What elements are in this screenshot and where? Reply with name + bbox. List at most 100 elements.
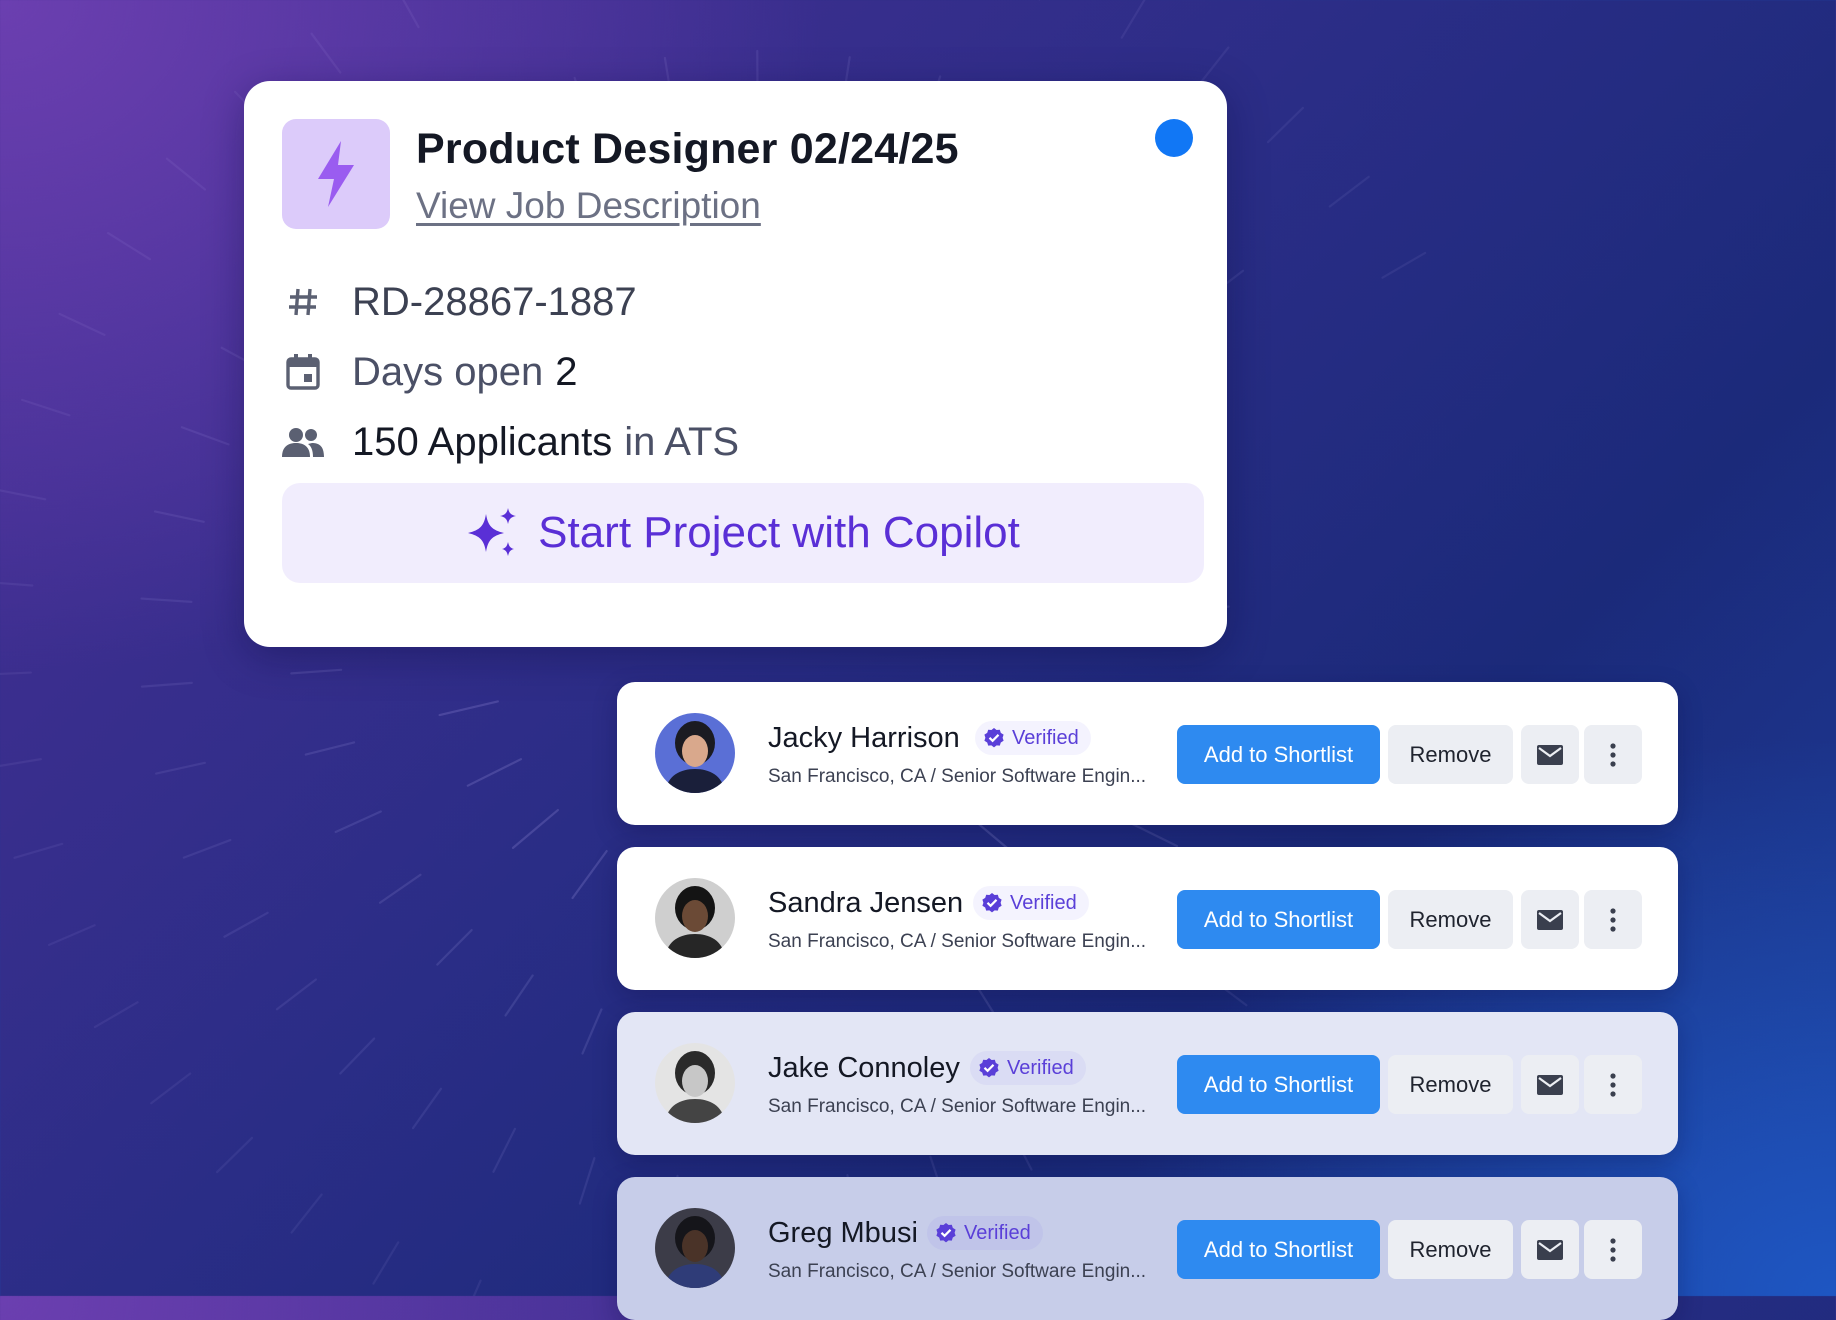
background-ray: [142, 683, 192, 687]
more-button[interactable]: [1584, 1055, 1642, 1114]
sparkle-icon: [466, 506, 520, 560]
background-ray: [336, 812, 381, 832]
background-ray: [583, 1009, 602, 1053]
background-ray: [167, 159, 205, 190]
background-ray: [108, 233, 150, 259]
mail-icon: [1537, 910, 1563, 930]
verified-icon: [981, 892, 1003, 914]
background-ray: [156, 763, 205, 774]
more-vertical-icon: [1609, 1073, 1617, 1097]
avatar: [655, 1208, 735, 1288]
background-ray: [373, 1242, 398, 1283]
candidate-subtitle: San Francisco, CA / Senior Software Engi…: [768, 931, 1146, 953]
email-button[interactable]: [1521, 1055, 1579, 1114]
verified-badge: Verified: [927, 1216, 1043, 1250]
avatar: [655, 1043, 735, 1123]
background-ray: [49, 925, 95, 945]
verified-badge: Verified: [973, 886, 1089, 920]
more-button[interactable]: [1584, 1220, 1642, 1279]
add-to-shortlist-button[interactable]: Add to Shortlist: [1177, 725, 1380, 784]
background-ray: [437, 930, 471, 965]
days-open-value: 2: [555, 350, 577, 395]
candidate-name[interactable]: Jake Connoley: [768, 1052, 960, 1085]
verified-label: Verified: [1010, 892, 1077, 915]
candidate-card: Jacky Harrison Verified San Francisco, C…: [617, 682, 1678, 825]
avatar: [655, 878, 735, 958]
background-ray: [506, 975, 533, 1015]
calendar-icon: [282, 351, 324, 393]
background-ray: [468, 759, 521, 785]
days-open-label: Days open: [352, 350, 543, 395]
background-ray: [380, 875, 420, 903]
background-ray: [142, 599, 192, 602]
candidate-name[interactable]: Greg Mbusi: [768, 1217, 918, 1250]
email-button[interactable]: [1521, 725, 1579, 784]
more-vertical-icon: [1609, 908, 1617, 932]
verified-icon: [978, 1057, 1000, 1079]
job-title: Product Designer 02/24/25: [416, 125, 959, 174]
background-ray: [155, 511, 204, 521]
background-ray: [573, 851, 607, 898]
background-ray: [14, 844, 62, 858]
more-button[interactable]: [1584, 725, 1642, 784]
candidate-subtitle: San Francisco, CA / Senior Software Engi…: [768, 1096, 1146, 1118]
background-ray: [151, 1074, 190, 1104]
background-ray: [292, 1195, 322, 1233]
background-ray: [22, 400, 69, 415]
background-ray: [513, 810, 558, 848]
background-ray: [217, 1138, 252, 1172]
candidate-name[interactable]: Sandra Jensen: [768, 887, 963, 920]
background-ray: [1122, 0, 1147, 38]
background-ray: [184, 840, 230, 858]
verified-label: Verified: [1012, 727, 1079, 750]
verified-badge: Verified: [975, 721, 1091, 755]
background-ray: [395, 0, 418, 27]
background-ray: [312, 34, 341, 73]
candidate-card: Jake Connoley Verified San Francisco, CA…: [617, 1012, 1678, 1155]
background-ray: [0, 490, 45, 500]
applicants-row: 150 Applicants in ATS: [282, 418, 739, 466]
view-job-description-link[interactable]: View Job Description: [416, 185, 761, 227]
status-dot: [1155, 119, 1193, 157]
job-id-row: RD-28867-1887: [282, 278, 637, 326]
background-ray: [580, 1158, 595, 1203]
add-to-shortlist-button[interactable]: Add to Shortlist: [1177, 1220, 1380, 1279]
candidate-subtitle: San Francisco, CA / Senior Software Engi…: [768, 766, 1146, 788]
hash-icon: [282, 281, 324, 323]
more-button[interactable]: [1584, 890, 1642, 949]
people-icon: [282, 421, 324, 463]
job-id: RD-28867-1887: [352, 280, 637, 325]
background-ray: [95, 1002, 138, 1027]
candidate-subtitle: San Francisco, CA / Senior Software Engi…: [768, 1261, 1146, 1283]
applicants-count: 150 Applicants: [352, 420, 612, 465]
mail-icon: [1537, 745, 1563, 765]
background-ray: [1330, 177, 1369, 207]
background-ray: [1268, 108, 1303, 142]
background-ray: [440, 701, 498, 715]
add-to-shortlist-button[interactable]: Add to Shortlist: [1177, 890, 1380, 949]
email-button[interactable]: [1521, 1220, 1579, 1279]
more-vertical-icon: [1609, 743, 1617, 767]
email-button[interactable]: [1521, 890, 1579, 949]
verified-badge: Verified: [970, 1051, 1086, 1085]
remove-button[interactable]: Remove: [1388, 890, 1513, 949]
background-ray: [182, 427, 229, 444]
background-ray: [340, 1039, 374, 1074]
candidate-card: Sandra Jensen Verified San Francisco, CA…: [617, 847, 1678, 990]
remove-button[interactable]: Remove: [1388, 1220, 1513, 1279]
mail-icon: [1537, 1240, 1563, 1260]
bolt-icon: [314, 139, 358, 209]
applicants-suffix: in ATS: [624, 420, 739, 465]
remove-button[interactable]: Remove: [1388, 1055, 1513, 1114]
start-copilot-button[interactable]: Start Project with Copilot: [282, 483, 1204, 583]
background-ray: [291, 670, 341, 674]
background-ray: [0, 759, 41, 767]
background-ray: [0, 582, 32, 586]
verified-label: Verified: [964, 1222, 1031, 1245]
avatar: [655, 713, 735, 793]
add-to-shortlist-button[interactable]: Add to Shortlist: [1177, 1055, 1380, 1114]
candidate-name[interactable]: Jacky Harrison: [768, 722, 960, 755]
background-ray: [60, 314, 105, 335]
remove-button[interactable]: Remove: [1388, 725, 1513, 784]
background-ray: [1198, 47, 1228, 85]
